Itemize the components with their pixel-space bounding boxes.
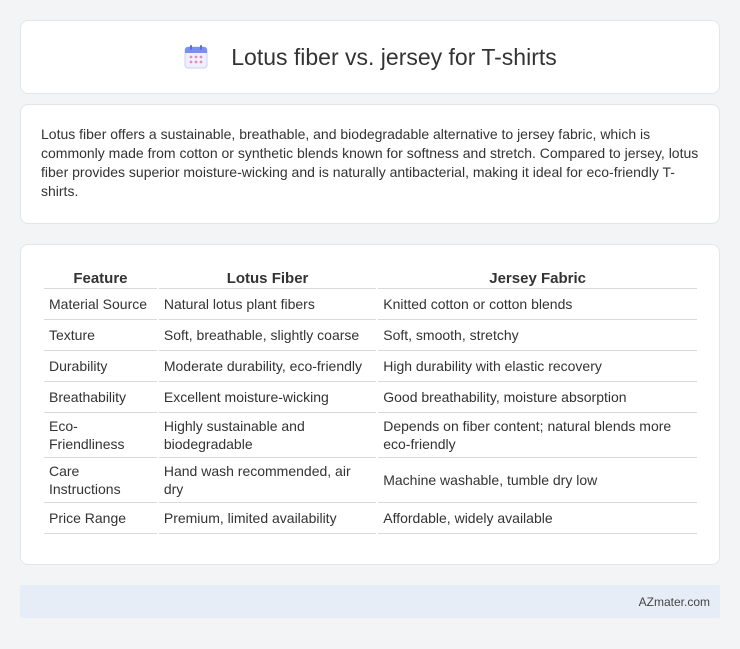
- lotus-cell: Excellent moisture-wicking: [158, 382, 377, 413]
- page-title: Lotus fiber vs. jersey for T-shirts: [231, 43, 557, 70]
- intro-text: Lotus fiber offers a sustainable, breath…: [41, 126, 699, 199]
- jersey-cell: High durability with elastic recovery: [378, 351, 697, 382]
- table-row: Care Instructions Hand wash recommended,…: [44, 458, 697, 503]
- table-row: Durability Moderate durability, eco-frie…: [44, 351, 697, 382]
- feature-cell: Texture: [44, 320, 157, 351]
- table-header-row: Feature Lotus Fiber Jersey Fabric: [44, 265, 697, 289]
- table-row: Price Range Premium, limited availabilit…: [44, 503, 697, 534]
- jersey-cell: Soft, smooth, stretchy: [378, 320, 697, 351]
- comparison-table: Feature Lotus Fiber Jersey Fabric Materi…: [42, 265, 699, 534]
- jersey-cell: Depends on fiber content; natural blends…: [378, 413, 697, 458]
- jersey-cell: Knitted cotton or cotton blends: [378, 289, 697, 320]
- footer-bar: AZmater.com: [20, 585, 720, 618]
- feature-cell: Breathability: [44, 382, 157, 413]
- feature-cell: Durability: [44, 351, 157, 382]
- lotus-cell: Premium, limited availability: [158, 503, 377, 534]
- table-row: Material Source Natural lotus plant fibe…: [44, 289, 697, 320]
- jersey-cell: Affordable, widely available: [378, 503, 697, 534]
- table-row: Texture Soft, breathable, slightly coars…: [44, 320, 697, 351]
- header-jersey-fabric: Jersey Fabric: [378, 265, 697, 289]
- lotus-cell: Highly sustainable and biodegradable: [158, 413, 377, 458]
- feature-cell: Eco-Friendliness: [44, 413, 157, 458]
- table-row: Eco-Friendliness Highly sustainable and …: [44, 413, 697, 458]
- title-card: Lotus fiber vs. jersey for T-shirts: [20, 20, 720, 94]
- feature-cell: Price Range: [44, 503, 157, 534]
- lotus-cell: Natural lotus plant fibers: [158, 289, 377, 320]
- feature-cell: Care Instructions: [44, 458, 157, 503]
- intro-card: Lotus fiber offers a sustainable, breath…: [20, 104, 720, 224]
- footer-site-link[interactable]: AZmater.com: [639, 595, 710, 609]
- jersey-cell: Good breathability, moisture absorption: [378, 382, 697, 413]
- header-lotus-fiber: Lotus Fiber: [158, 265, 377, 289]
- jersey-cell: Machine washable, tumble dry low: [378, 458, 697, 503]
- header-feature: Feature: [44, 265, 157, 289]
- lotus-cell: Moderate durability, eco-friendly: [158, 351, 377, 382]
- calendar-icon: [184, 45, 208, 69]
- feature-cell: Material Source: [44, 289, 157, 320]
- table-card: Feature Lotus Fiber Jersey Fabric Materi…: [20, 244, 720, 565]
- lotus-cell: Hand wash recommended, air dry: [158, 458, 377, 503]
- lotus-cell: Soft, breathable, slightly coarse: [158, 320, 377, 351]
- table-row: Breathability Excellent moisture-wicking…: [44, 382, 697, 413]
